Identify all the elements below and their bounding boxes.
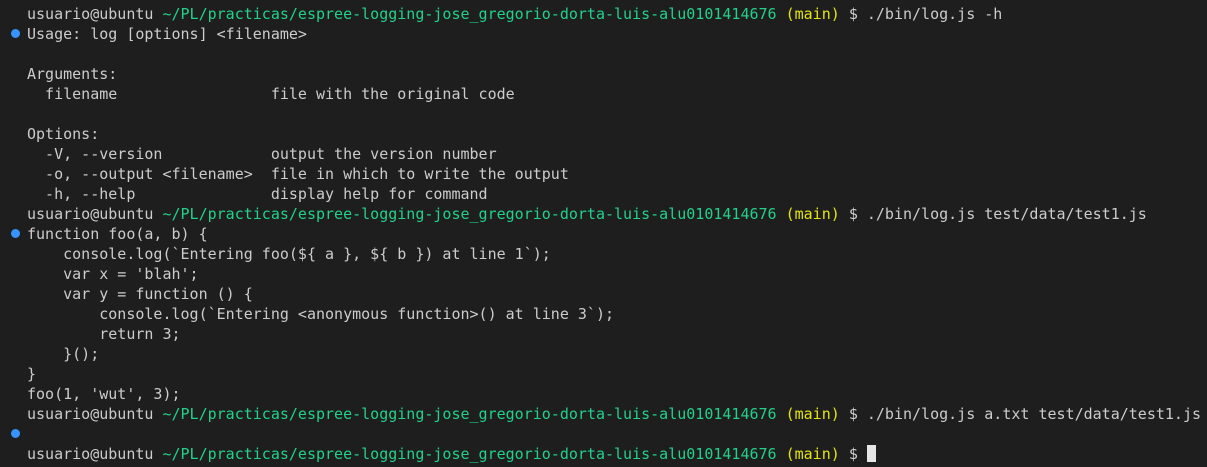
command-decoration[interactable] [0, 24, 22, 44]
prompt-path: ~/PL/practicas/espree-logging-jose_grego… [162, 5, 777, 23]
text-cursor [866, 445, 876, 462]
terminal-panel[interactable]: usuario@ubuntu ~/PL/practicas/espree-log… [0, 0, 1207, 467]
success-dot-icon [11, 29, 20, 38]
prompt-branch: (main) [785, 445, 840, 463]
prompt-user-host: usuario@ubuntu [27, 445, 154, 463]
prompt-line-active[interactable]: usuario@ubuntu ~/PL/practicas/espree-log… [0, 444, 876, 464]
command-text: ./bin/log.js -h [866, 5, 1003, 23]
prompt-symbol: $ [848, 5, 858, 23]
prompt-user-host: usuario@ubuntu [27, 5, 154, 23]
command-decoration[interactable] [0, 224, 22, 244]
success-dot-icon [11, 429, 20, 438]
success-dot-icon [11, 229, 20, 238]
command-text: ./bin/log.js test/data/test1.js [866, 205, 1147, 223]
prompt-branch: (main) [785, 5, 840, 23]
command-text: ./bin/log.js a.txt test/data/test1.js [866, 405, 1202, 423]
prompt-branch: (main) [785, 405, 840, 423]
prompt-symbol: $ [848, 205, 858, 223]
prompt-user-host: usuario@ubuntu [27, 205, 154, 223]
prompt-line-2: usuario@ubuntu ~/PL/practicas/espree-log… [0, 204, 1147, 238]
prompt-path: ~/PL/practicas/espree-logging-jose_grego… [162, 405, 777, 423]
prompt-symbol: $ [848, 405, 858, 423]
prompt-path: ~/PL/practicas/espree-logging-jose_grego… [162, 445, 777, 463]
prompt-branch: (main) [785, 205, 840, 223]
prompt-path: ~/PL/practicas/espree-logging-jose_grego… [162, 205, 777, 223]
prompt-line-3: usuario@ubuntu ~/PL/practicas/espree-log… [0, 404, 1201, 438]
prompt-line-1: usuario@ubuntu ~/PL/practicas/espree-log… [0, 4, 1002, 38]
prompt-symbol: $ [848, 445, 858, 463]
command-decoration[interactable] [0, 424, 22, 444]
prompt-user-host: usuario@ubuntu [27, 405, 154, 423]
